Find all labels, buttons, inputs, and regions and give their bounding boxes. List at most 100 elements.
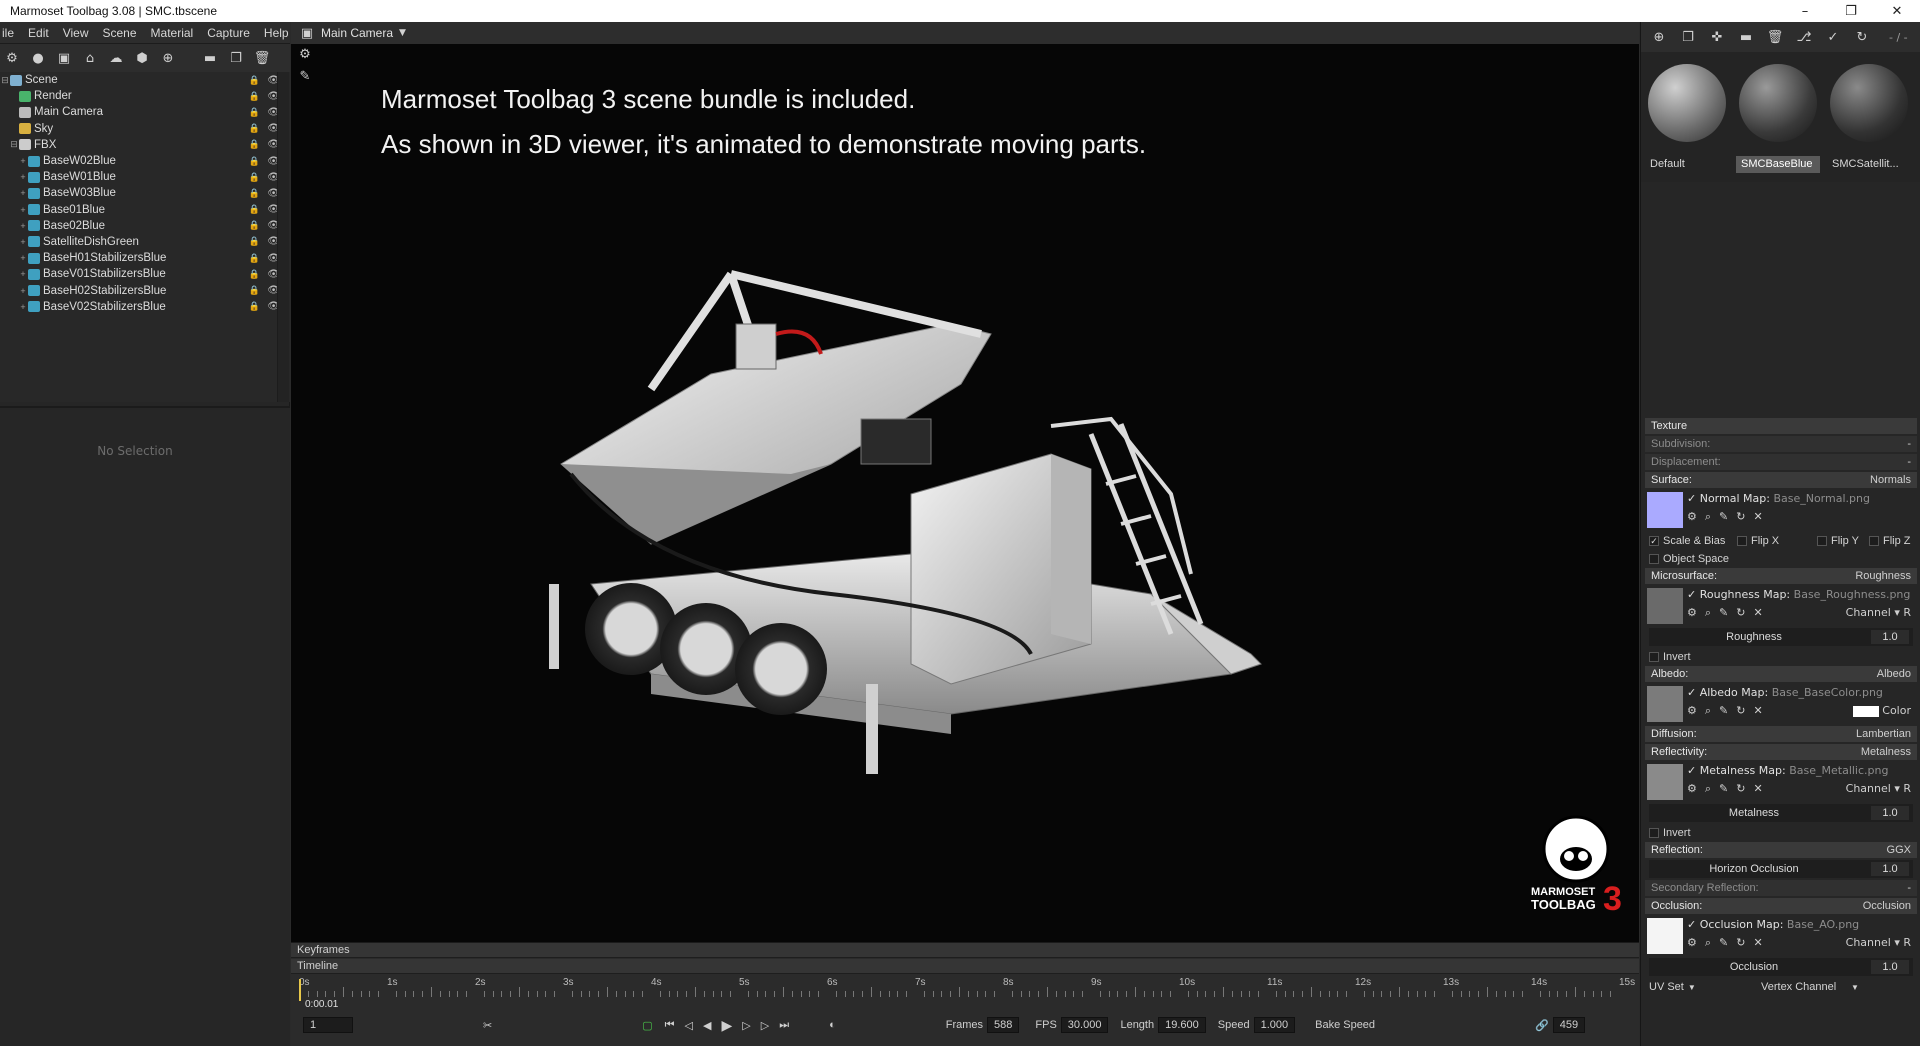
scissors-icon[interactable]: ✂ (483, 1019, 492, 1032)
mesh-icon[interactable]: ⬢ (134, 50, 150, 66)
lock-icon[interactable]: 🔒 (249, 123, 260, 134)
chevron-down-icon[interactable]: ▼ (399, 28, 406, 38)
microsurface-section[interactable]: Microsurface: Roughness (1645, 568, 1917, 584)
light-icon[interactable]: ● (30, 50, 46, 66)
lock-icon[interactable]: 🔒 (249, 107, 260, 118)
lock-icon[interactable]: 🔒 (249, 75, 260, 86)
trash-icon[interactable]: 🗑 (254, 50, 271, 66)
close-icon[interactable]: ✕ (1753, 782, 1762, 795)
next-key-icon[interactable]: ▷ (761, 1019, 769, 1032)
add-material-icon[interactable]: ⊕ (1651, 29, 1667, 45)
occlusion-section[interactable]: Occlusion: Occlusion (1645, 898, 1917, 914)
tree-item[interactable]: + BaseW01Blue 🔒 👁 (0, 169, 290, 185)
close-icon[interactable]: ✕ (1753, 704, 1762, 717)
displacement-section[interactable]: Displacement: - (1645, 454, 1917, 470)
gear-icon[interactable]: ⚙ (1687, 606, 1697, 619)
minimize-button[interactable]: – (1782, 0, 1828, 22)
eyedropper-icon[interactable]: ✎ (1719, 606, 1728, 619)
roughness-map-thumbnail[interactable] (1647, 588, 1683, 624)
play-icon[interactable]: ▶ (721, 1017, 732, 1034)
lock-icon[interactable]: 🔒 (249, 188, 260, 199)
eyedropper-icon[interactable]: ✎ (1719, 704, 1728, 717)
menu-capture[interactable]: Capture (200, 26, 257, 40)
shadow-catcher-icon[interactable]: ⌂ (82, 50, 98, 66)
pick-material-icon[interactable]: ✜ (1709, 29, 1725, 45)
gear-icon[interactable]: ⚙ (1687, 782, 1697, 795)
link-icon[interactable]: 🔗 (1535, 1019, 1549, 1032)
timeline-header[interactable]: Timeline (291, 959, 1639, 974)
tree-item[interactable]: + BaseH01StabilizersBlue 🔒 👁 (0, 250, 290, 266)
turntable-icon[interactable]: ⊕ (160, 50, 176, 66)
roughness-value-field[interactable]: 1.0 (1871, 630, 1909, 644)
tree-item[interactable]: ⊟ FBX 🔒 👁 (0, 137, 290, 153)
3d-viewport[interactable]: ⚙ ✎ Marmoset Toolbag 3 scene bundle is i… (291, 44, 1639, 942)
fog-icon[interactable]: ☁ (108, 50, 124, 66)
metalness-value-field[interactable]: 1.0 (1871, 806, 1909, 820)
skip-start-icon[interactable]: ⏮ (665, 1019, 675, 1032)
metalness-invert-checkbox[interactable] (1649, 828, 1659, 838)
horizon-occlusion-value[interactable]: 1.0 (1871, 862, 1909, 876)
tree-item[interactable]: + BaseV02StabilizersBlue 🔒 👁 (0, 299, 290, 315)
tree-item[interactable]: Main Camera 🔒 👁 (0, 104, 290, 120)
close-icon[interactable]: ✕ (1753, 510, 1762, 523)
share-icon[interactable]: ⎇ (1796, 29, 1812, 45)
secondary-reflection-section[interactable]: Secondary Reflection: - (1645, 880, 1917, 896)
search-icon[interactable]: ⌕ (1705, 510, 1711, 524)
expander-icon[interactable]: + (18, 172, 28, 182)
tree-item[interactable]: + BaseW02Blue 🔒 👁 (0, 153, 290, 169)
metalness-channel[interactable]: Channel ▾ R (1846, 782, 1911, 795)
tree-scrollbar[interactable] (277, 72, 289, 402)
trash-icon[interactable]: 🗑 (1767, 29, 1784, 45)
gear-icon[interactable]: ⚙ (297, 46, 313, 62)
tree-item[interactable]: Render 🔒 👁 (0, 88, 290, 104)
count-field[interactable]: 459 (1552, 1017, 1586, 1033)
check-icon[interactable]: ✓ (1825, 29, 1841, 45)
albedo-color-swatch[interactable] (1852, 705, 1879, 717)
horizon-occlusion-slider[interactable]: Horizon Occlusion 1.0 (1649, 860, 1913, 878)
refresh-icon[interactable]: ↻ (1736, 606, 1745, 619)
diffusion-section[interactable]: Diffusion: Lambertian (1645, 726, 1917, 742)
refresh-icon[interactable]: ↻ (1854, 29, 1870, 45)
refresh-icon[interactable]: ↻ (1736, 782, 1745, 795)
search-icon[interactable]: ⌕ (1705, 936, 1711, 950)
tree-item[interactable]: + Base01Blue 🔒 👁 (0, 202, 290, 218)
next-frame-icon[interactable]: ▷ (742, 1019, 750, 1032)
metalness-map-thumbnail[interactable] (1647, 764, 1683, 800)
frame-field[interactable]: 1 (303, 1017, 353, 1033)
albedo-map-thumbnail[interactable] (1647, 686, 1683, 722)
close-button[interactable]: ✕ (1874, 0, 1920, 22)
lock-icon[interactable]: 🔒 (249, 285, 260, 296)
roughness-channel[interactable]: Channel ▾ R (1846, 606, 1911, 619)
occlusion-map-thumbnail[interactable] (1647, 918, 1683, 954)
lock-icon[interactable]: 🔒 (249, 91, 260, 102)
lock-icon[interactable]: 🔒 (249, 220, 260, 231)
folder-icon[interactable]: ▬ (1738, 29, 1754, 45)
flip-y-checkbox[interactable] (1817, 536, 1827, 546)
material-thumbnail[interactable]: SMCSatellit... (1827, 62, 1911, 173)
speed-dial-icon[interactable]: ◐ (829, 1019, 836, 1031)
reflectivity-value[interactable]: Metalness (1861, 746, 1911, 758)
subdivision-section[interactable]: Subdivision: - (1645, 436, 1917, 452)
keyframes-header[interactable]: Keyframes (291, 943, 1639, 958)
roughness-slider[interactable]: Roughness 1.0 (1649, 628, 1913, 646)
occlusion-value[interactable]: Occlusion (1863, 900, 1911, 912)
restore-button[interactable]: ❐ (1828, 0, 1874, 22)
menu-file[interactable]: ile (0, 26, 21, 40)
tree-item[interactable]: ⊟ Scene 🔒 👁 (0, 72, 290, 88)
search-icon[interactable]: ⌕ (1705, 606, 1711, 620)
skip-end-icon[interactable]: ⏭ (779, 1019, 789, 1032)
occlusion-value-field[interactable]: 1.0 (1871, 960, 1909, 974)
loop-icon[interactable]: ▢ (642, 1019, 652, 1032)
menu-view[interactable]: View (56, 26, 96, 40)
expander-icon[interactable]: ⊟ (9, 139, 19, 150)
duplicate-icon[interactable]: ❐ (228, 50, 244, 66)
expander-icon[interactable]: ⊟ (0, 75, 10, 86)
prev-frame-icon[interactable]: ◀ (703, 1019, 711, 1032)
menu-help[interactable]: Help (257, 26, 296, 40)
lock-icon[interactable]: 🔒 (249, 301, 260, 312)
fps-field[interactable]: 30.000 (1060, 1017, 1109, 1033)
brush-icon[interactable]: ✎ (297, 68, 313, 84)
occlusion-slider[interactable]: Occlusion 1.0 (1649, 958, 1913, 976)
folder-icon[interactable]: ▬ (202, 50, 218, 66)
frames-field[interactable]: 588 (987, 1017, 1020, 1033)
